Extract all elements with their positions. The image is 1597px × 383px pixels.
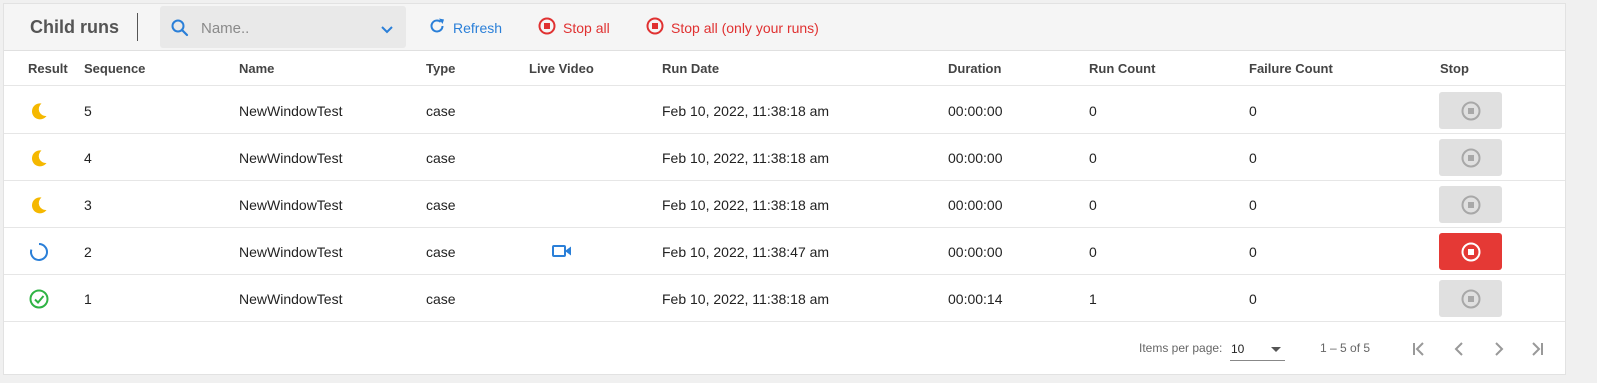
cell-type: case (426, 291, 456, 307)
cell-run-count: 0 (1089, 197, 1097, 213)
stop-run-button[interactable] (1439, 139, 1502, 176)
stop-circle-icon (1461, 242, 1480, 261)
cell-name: NewWindowTest (239, 197, 343, 213)
cell-run-date: Feb 10, 2022, 11:38:47 am (662, 244, 830, 260)
chevron-right-icon (1495, 342, 1504, 356)
column-header-type[interactable]: Type (426, 61, 455, 76)
stop-all-mine-button[interactable]: Stop all (only your runs) (646, 17, 819, 38)
pending-moon-icon (28, 147, 50, 174)
cell-sequence: 2 (84, 244, 92, 260)
table-row[interactable]: 2 NewWindowTest case Feb 10, 2022, 11:38:47… (4, 228, 1565, 275)
column-header-result[interactable]: Result (28, 61, 68, 76)
cell-type: case (426, 244, 456, 260)
next-page-button[interactable] (1489, 339, 1509, 359)
cell-type: case (426, 197, 456, 213)
cell-failure-count: 0 (1249, 244, 1257, 260)
stop-run-button[interactable] (1439, 186, 1502, 223)
cell-name: NewWindowTest (239, 103, 343, 119)
toolbar-divider (137, 13, 138, 41)
pending-moon-icon (28, 194, 50, 221)
refresh-icon (428, 17, 446, 38)
child-runs-panel: Child runs Name.. Refresh Stop all Stop … (3, 3, 1566, 375)
column-header-failure-count[interactable]: Failure Count (1249, 61, 1333, 76)
cell-run-date: Feb 10, 2022, 11:38:18 am (662, 197, 830, 213)
stop-circle-icon (1461, 289, 1480, 308)
stop-circle-icon (1461, 101, 1480, 120)
table-row[interactable]: 1 NewWindowTest case Feb 10, 2022, 11:38:18… (4, 275, 1565, 322)
cell-run-date: Feb 10, 2022, 11:38:18 am (662, 103, 830, 119)
search-field[interactable]: Name.. (160, 6, 406, 48)
cell-run-date: Feb 10, 2022, 11:38:18 am (662, 150, 830, 166)
cell-failure-count: 0 (1249, 197, 1257, 213)
stop-circle-icon (646, 17, 664, 38)
cell-failure-count: 0 (1249, 103, 1257, 119)
cell-duration: 00:00:00 (948, 244, 1003, 260)
chevron-down-icon[interactable] (380, 22, 394, 40)
refresh-button[interactable]: Refresh (428, 17, 502, 38)
cell-type: case (426, 103, 456, 119)
last-page-button[interactable] (1527, 339, 1547, 359)
column-header-live-video[interactable]: Live Video (529, 61, 594, 76)
items-per-page-label: Items per page: (1139, 341, 1223, 355)
refresh-label: Refresh (453, 19, 503, 36)
toolbar: Child runs Name.. Refresh Stop all Stop … (4, 4, 1565, 51)
cell-type: case (426, 150, 456, 166)
cell-sequence: 4 (84, 150, 92, 166)
range-label: 1 – 5 of 5 (1320, 341, 1371, 355)
table-row[interactable]: 5 NewWindowTest case Feb 10, 2022, 11:38:18… (4, 87, 1565, 134)
table-header: Result Sequence Name Type Live Video Run… (4, 52, 1565, 86)
cell-failure-count: 0 (1249, 150, 1257, 166)
stop-circle-icon (538, 17, 556, 38)
stop-run-button[interactable] (1439, 233, 1502, 270)
cell-name: NewWindowTest (239, 244, 343, 260)
stop-circle-icon (1461, 195, 1480, 214)
cell-duration: 00:00:00 (948, 150, 1003, 166)
first-page-icon (1413, 342, 1424, 356)
cell-run-count: 0 (1089, 150, 1097, 166)
items-per-page-value: 10 (1231, 342, 1245, 356)
cell-run-date: Feb 10, 2022, 11:38:18 am (662, 291, 830, 307)
paginator: Items per page: 10 1 – 5 of 5 (4, 322, 1565, 374)
table-row[interactable]: 3 NewWindowTest case Feb 10, 2022, 11:38:18… (4, 181, 1565, 228)
last-page-icon (1532, 342, 1543, 356)
cell-run-count: 0 (1089, 244, 1097, 260)
first-page-button[interactable] (1409, 339, 1429, 359)
column-header-run-count[interactable]: Run Count (1089, 61, 1155, 76)
column-header-run-date[interactable]: Run Date (662, 61, 719, 76)
column-header-sequence[interactable]: Sequence (84, 61, 145, 76)
chevron-left-icon (1454, 342, 1463, 356)
stop-circle-icon (1461, 148, 1480, 167)
cell-duration: 00:00:00 (948, 103, 1003, 119)
stop-run-button[interactable] (1439, 280, 1502, 317)
video-camera-icon[interactable] (552, 243, 572, 264)
cell-name: NewWindowTest (239, 291, 343, 307)
cell-duration: 00:00:14 (948, 291, 1003, 307)
table-row[interactable]: 4 NewWindowTest case Feb 10, 2022, 11:38:18… (4, 134, 1565, 181)
column-header-duration[interactable]: Duration (948, 61, 1001, 76)
running-spinner-icon (28, 241, 50, 268)
cell-name: NewWindowTest (239, 150, 343, 166)
cell-sequence: 3 (84, 197, 92, 213)
stop-run-button[interactable] (1439, 92, 1502, 129)
items-per-page-select[interactable]: 10 (1230, 339, 1285, 361)
pending-moon-icon (28, 100, 50, 127)
cell-run-count: 0 (1089, 103, 1097, 119)
search-icon (170, 18, 190, 43)
stop-all-button[interactable]: Stop all (538, 17, 610, 38)
previous-page-button[interactable] (1449, 339, 1469, 359)
cell-sequence: 5 (84, 103, 92, 119)
search-placeholder: Name.. (201, 20, 250, 37)
success-check-icon (28, 288, 50, 315)
cell-failure-count: 0 (1249, 291, 1257, 307)
cell-run-count: 1 (1089, 291, 1097, 307)
column-header-stop: Stop (1440, 61, 1469, 76)
stop-all-label: Stop all (563, 19, 610, 36)
column-header-name[interactable]: Name (239, 61, 274, 76)
stop-all-mine-label: Stop all (only your runs) (671, 19, 819, 36)
page-title: Child runs (30, 17, 119, 37)
cell-duration: 00:00:00 (948, 197, 1003, 213)
dropdown-arrow-icon (1271, 347, 1281, 352)
cell-sequence: 1 (84, 291, 92, 307)
